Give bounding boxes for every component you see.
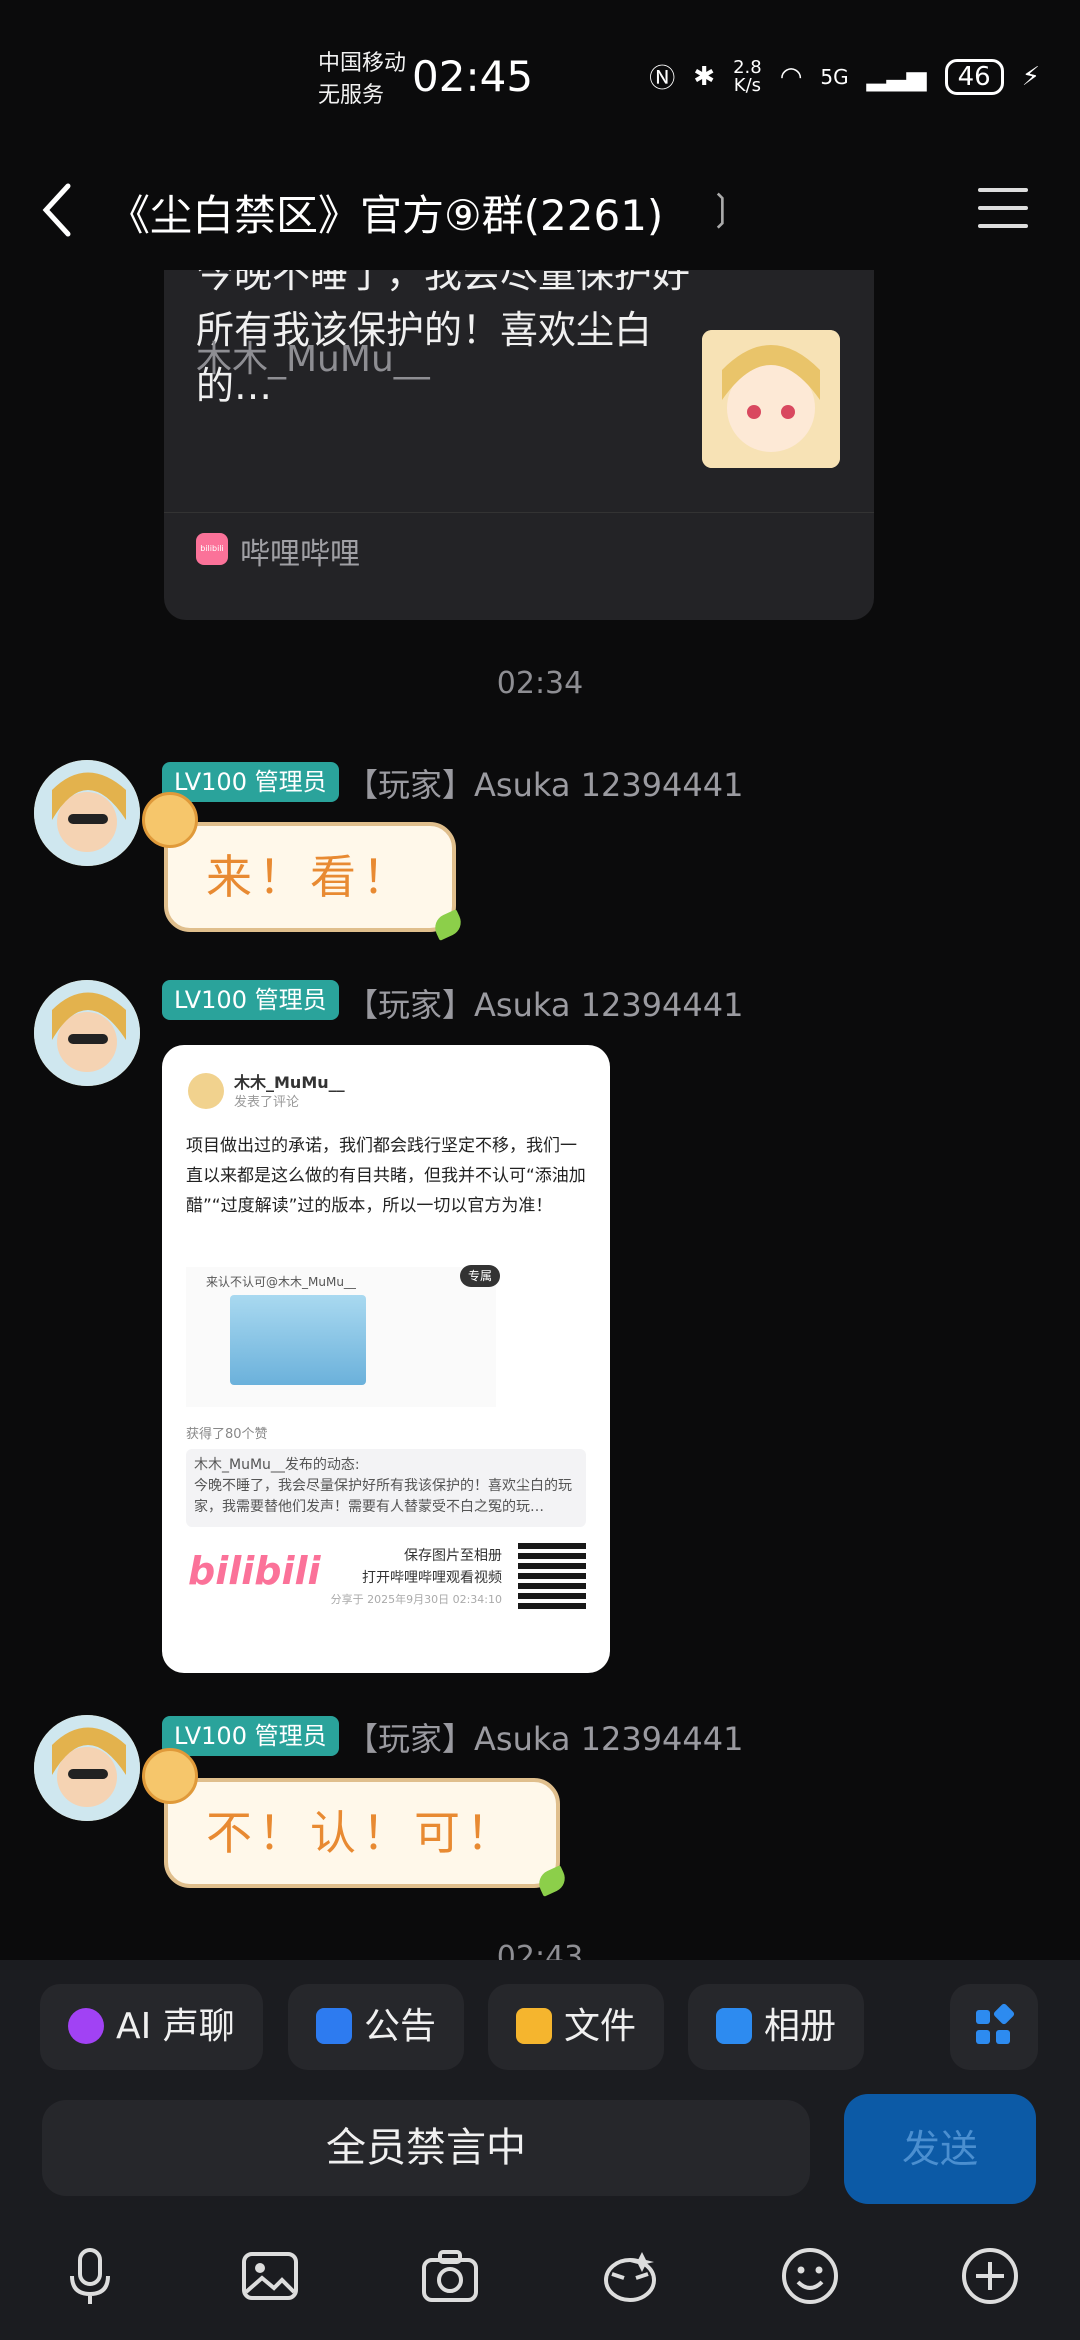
quick-action-ai-voice[interactable]: AI 声聊 — [40, 1984, 263, 2070]
nfc-icon: Ⓝ — [649, 64, 676, 94]
exclusive-tag: 专属 — [460, 1265, 501, 1287]
camera-icon[interactable] — [418, 2244, 482, 2308]
comment-body: 项目做出过的承诺，我们都会践行坚定不移，我们一直以来都是这么做的有目共睹，但我并… — [186, 1136, 586, 1216]
embedded-screenshot: 来认不认可@木木_MuMu__ — [186, 1267, 496, 1407]
sun-icon — [142, 792, 198, 848]
ear-icon: ❳ — [706, 188, 737, 229]
embedded-title: 来认不认可@木木_MuMu__ — [206, 1275, 356, 1289]
comment-user: 木木_MuMu__ — [234, 1073, 345, 1092]
ai-voice-icon — [68, 2008, 104, 2044]
leaf-icon — [430, 909, 466, 941]
sender-avatar[interactable] — [34, 980, 140, 1086]
leaf-icon — [534, 1865, 570, 1897]
shared-card-author: 木木_MuMu__ — [196, 339, 430, 380]
comment-avatar — [188, 1073, 224, 1109]
send-button[interactable]: 发送 — [844, 2094, 1036, 2204]
announcement-icon — [316, 2008, 352, 2044]
sender-name[interactable]: 【玩家】Asuka 12394441 — [346, 760, 743, 806]
signal-icon: ▂▃▅ — [866, 61, 927, 92]
message-timestamp: 02:34 — [496, 666, 584, 701]
plus-icon[interactable] — [958, 2244, 1022, 2308]
member-badge: LV100 管理员 — [162, 980, 339, 1020]
carrier-info: 中国移动 无服务 — [318, 51, 407, 108]
shared-link-card[interactable]: 今晚不睡了，我会尽量保护好所有我该保护的！喜欢尘白的… 木木_MuMu__ bi… — [164, 270, 874, 620]
sticker-text: 不！认！可！ — [206, 1806, 518, 1860]
sticker-icon[interactable] — [598, 2244, 662, 2308]
network-type: 5G — [820, 64, 849, 89]
sun-icon — [142, 1748, 198, 1804]
input-toolbar — [0, 2230, 1080, 2320]
sticker-message[interactable]: 不！认！可！ — [142, 1748, 570, 1897]
sender-avatar[interactable] — [34, 760, 140, 866]
message-input[interactable]: 全员禁言中 — [42, 2100, 810, 2196]
bluetooth-icon: ✱ — [693, 61, 716, 92]
status-bar: 中国移动 无服务 02:45 Ⓝ ✱ 2.8 K/s ◠ 5G ▂▃▅ 46 ⚡ — [0, 0, 1080, 160]
member-badge: LV100 管理员 — [162, 762, 339, 802]
mic-icon[interactable] — [58, 2244, 122, 2308]
sender-name[interactable]: 【玩家】Asuka 12394441 — [346, 980, 743, 1026]
emoji-icon[interactable] — [778, 2244, 842, 2308]
shared-card-footer: bilibili 哔哩哔哩 — [164, 512, 874, 573]
apps-grid-icon — [976, 2003, 1015, 2044]
message-list[interactable]: 今晚不睡了，我会尽量保护好所有我该保护的！喜欢尘白的… 木木_MuMu__ bi… — [0, 270, 1080, 1970]
image-icon[interactable] — [238, 2244, 302, 2308]
quick-action-album[interactable]: 相册 — [688, 1984, 865, 2070]
charging-icon: ⚡ — [1021, 61, 1040, 92]
member-badge: LV100 管理员 — [162, 1716, 339, 1756]
shared-card-thumbnail — [702, 330, 840, 468]
quick-action-announcement[interactable]: 公告 — [288, 1984, 465, 2070]
input-panel: AI 声聊 公告 文件 相册 全员禁言中 发送 — [0, 1960, 1080, 2340]
likes-count: 获得了80个赞 — [186, 1427, 268, 1442]
quoted-post-text: 木木_MuMu__发布的动态: 今晚不睡了，我会尽量保护好所有我该保护的！喜欢尘… — [194, 1457, 572, 1515]
quick-action-files[interactable]: 文件 — [488, 1984, 665, 2070]
shared-card-source: 哔哩哔哩 — [240, 537, 360, 572]
bilibili-brand: bilibili — [188, 1549, 321, 1593]
wifi-icon: ◠ — [779, 61, 803, 92]
group-title[interactable]: 《尘白禁区》官方⑨群(2261) — [108, 182, 663, 243]
back-arrow-icon[interactable] — [36, 180, 82, 240]
embedded-image — [230, 1295, 366, 1385]
net-speed: 2.8 K/s — [733, 56, 762, 96]
sender-name[interactable]: 【玩家】Asuka 12394441 — [346, 1714, 743, 1760]
apps-grid-button[interactable] — [950, 1984, 1038, 2070]
quoted-post: 木木_MuMu__发布的动态: 今晚不睡了，我会尽量保护好所有我该保护的！喜欢尘… — [186, 1449, 586, 1527]
status-time: 02:45 — [412, 52, 534, 101]
menu-icon[interactable] — [978, 188, 1028, 232]
album-icon — [716, 2008, 752, 2044]
image-message[interactable]: 木木_MuMu__ 发表了评论 项目做出过的承诺，我们都会践行坚定不移，我们一直… — [162, 1045, 610, 1673]
sender-avatar[interactable] — [34, 1715, 140, 1821]
status-icons: Ⓝ ✱ 2.8 K/s ◠ 5G ▂▃▅ 46 ⚡ — [649, 58, 1040, 95]
folder-icon — [516, 2008, 552, 2044]
save-hint: 保存图片至相册 打开哔哩哔哩观看视频 — [362, 1548, 502, 1586]
share-time: 分享于 2025年9月30日 02:34:10 — [330, 1593, 502, 1606]
comment-action: 发表了评论 — [234, 1095, 300, 1110]
battery-indicator: 46 — [944, 58, 1004, 95]
sticker-message[interactable]: 来！看！ — [142, 792, 466, 941]
qr-code-icon — [518, 1541, 586, 1609]
sticker-text: 来！看！ — [206, 850, 414, 904]
bilibili-logo-icon: bilibili — [196, 533, 228, 565]
